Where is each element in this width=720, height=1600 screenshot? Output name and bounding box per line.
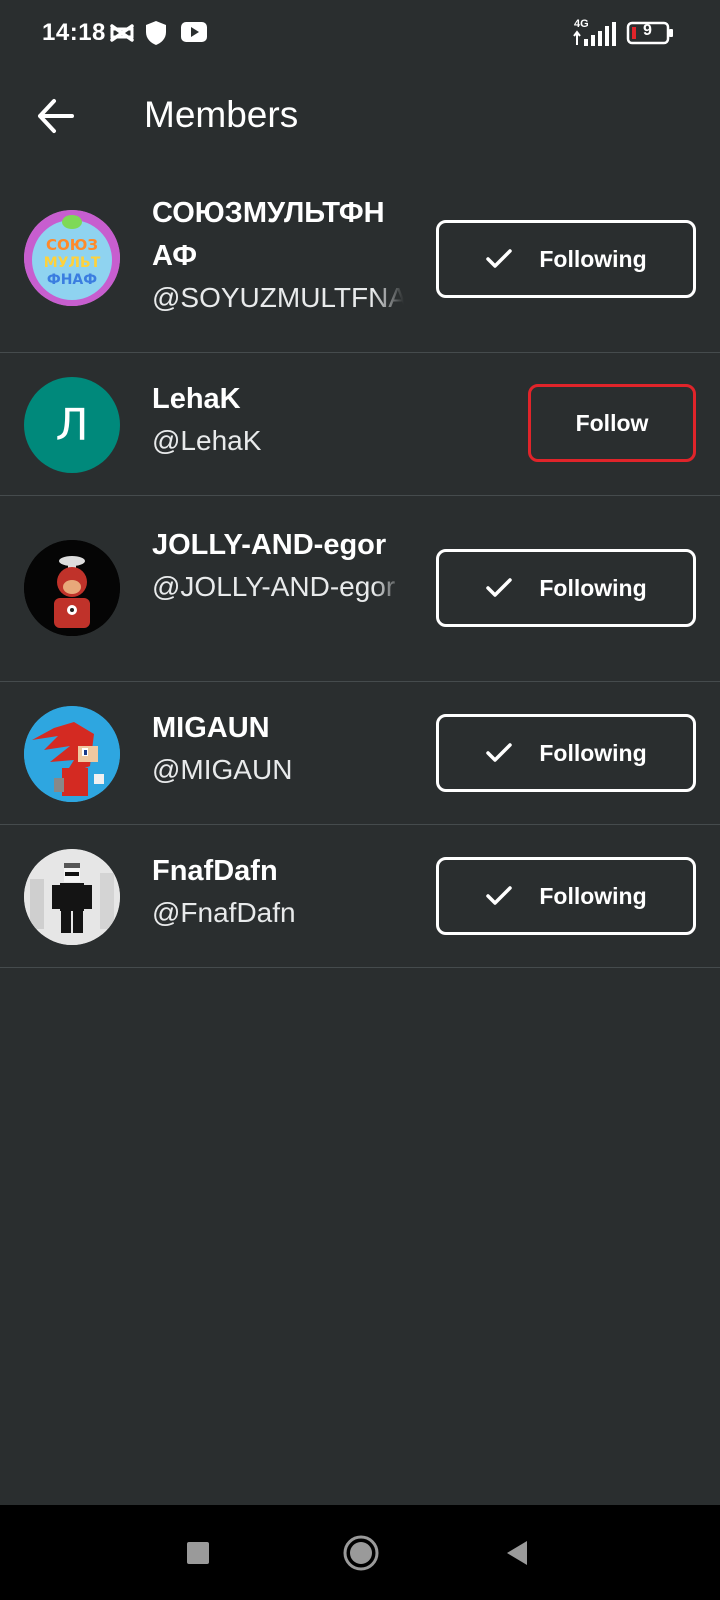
shield-icon — [145, 20, 167, 51]
member-row[interactable]: FnafDafn @FnafDafn Following — [0, 825, 720, 968]
member-info: JOLLY-AND-egor @JOLLY-AND-egor — [152, 524, 404, 607]
member-list: СОЮЗ МУЛЬТ ФНАФ СОЮЗМУЛЬТФНАФ @SOYUZMULT… — [0, 180, 720, 968]
following-button-label: Following — [539, 739, 647, 766]
member-info: FnafDafn @FnafDafn — [152, 850, 404, 933]
member-info: MIGAUN @MIGAUN — [152, 707, 404, 790]
svg-text:ФНАФ: ФНАФ — [47, 272, 97, 288]
member-info: LehaK @LehaK — [152, 378, 404, 461]
member-row[interactable]: СОЮЗ МУЛЬТ ФНАФ СОЮЗМУЛЬТФНАФ @SOYUZMULT… — [0, 180, 720, 353]
signal-icon — [572, 20, 618, 53]
avatar[interactable] — [24, 849, 120, 945]
follow-button[interactable]: Follow — [528, 384, 696, 462]
member-handle: @FnafDafn — [152, 897, 296, 928]
system-nav-bar — [0, 1505, 720, 1600]
following-button-label: Following — [539, 574, 647, 601]
member-name: FnafDafn — [152, 855, 278, 887]
check-icon — [486, 743, 513, 762]
member-handle: @LehaK — [152, 425, 262, 456]
member-row[interactable]: JOLLY-AND-egor @JOLLY-AND-egor Following — [0, 496, 720, 682]
back-triangle-icon[interactable] — [505, 1539, 529, 1572]
avatar[interactable]: Л — [24, 377, 120, 473]
following-button[interactable]: Following — [436, 549, 696, 627]
member-row[interactable]: Л LehaK @LehaK Follow — [0, 353, 720, 496]
back-button[interactable] — [30, 90, 82, 142]
member-name: СОЮЗМУЛЬТФНАФ — [152, 197, 385, 272]
member-handle: @JOLLY-AND-egor — [152, 571, 396, 602]
following-button-label: Following — [539, 882, 647, 909]
member-info: СОЮЗМУЛЬТФНАФ @SOYUZMULTFNAF — [152, 192, 404, 318]
member-row[interactable]: MIGAUN @MIGAUN Following — [0, 682, 720, 825]
app-bar: Members — [0, 70, 720, 180]
avatar-letter: Л — [55, 399, 89, 451]
follow-button-label: Follow — [575, 409, 649, 436]
youtube-icon — [180, 20, 208, 49]
following-button[interactable]: Following — [436, 857, 696, 935]
status-time: 14:18 — [42, 19, 106, 46]
following-button-label: Following — [539, 245, 647, 272]
battery-level: 9 — [643, 22, 652, 39]
svg-text:МУЛЬТ: МУЛЬТ — [44, 255, 101, 271]
member-name: MIGAUN — [152, 712, 270, 744]
svg-text:СОЮЗ: СОЮЗ — [46, 236, 98, 254]
check-icon — [486, 578, 513, 597]
capcut-icon — [109, 20, 135, 51]
member-handle: @MIGAUN — [152, 754, 293, 785]
avatar[interactable] — [24, 540, 120, 636]
member-name: LehaK — [152, 383, 241, 415]
recents-square-icon[interactable] — [186, 1541, 210, 1570]
check-icon — [486, 886, 513, 905]
status-bar: 14:18 4G 9 — [0, 0, 720, 70]
check-icon — [486, 249, 513, 268]
member-name: JOLLY-AND-egor — [152, 529, 387, 561]
following-button[interactable]: Following — [436, 220, 696, 298]
avatar[interactable] — [24, 706, 120, 802]
following-button[interactable]: Following — [436, 714, 696, 792]
arrow-left-icon — [38, 99, 74, 133]
home-circle-icon[interactable] — [342, 1534, 380, 1577]
member-handle: @SOYUZMULTFNAF — [152, 282, 404, 313]
page-title: Members — [144, 94, 299, 135]
avatar[interactable]: СОЮЗ МУЛЬТ ФНАФ — [24, 210, 120, 306]
